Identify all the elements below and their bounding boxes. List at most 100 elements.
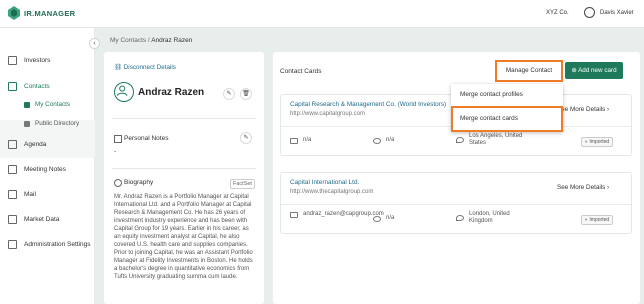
sidebar-item-label: Agenda [24,141,47,148]
phone-icon [373,215,381,222]
trash-icon: 🗑 [242,91,250,97]
location-pin-icon [456,215,464,221]
contact-card: Capital International Ltd. http://www.th… [280,172,632,234]
email-value: andraz_razen@capgroup.com [303,211,384,217]
location-value: London, United Kingdom [469,211,510,224]
badge-label: Imported [589,217,610,223]
card-company[interactable]: Capital Research & Management Co. (World… [290,101,446,108]
manage-contact-button[interactable]: Manage Contact [495,60,563,82]
lock-icon [8,240,17,249]
edit-notes-button[interactable]: ✎ [240,132,252,144]
sidebar-item-label: Market Data [24,216,60,223]
add-new-card-label: Add new card [578,67,617,74]
info-icon [114,179,122,187]
unlink-icon: ⛓ [114,64,124,71]
directory-icon [24,120,30,127]
chevron-right-icon: › [607,106,610,113]
see-more-label: See More Details [557,106,606,113]
user-icon [584,7,595,18]
personal-notes-label: Personal Notes [124,135,169,142]
contacts-book-icon [24,101,30,108]
collapse-sidebar-button[interactable]: ‹ [89,38,100,49]
chart-icon [8,56,17,65]
card-phone: n/a [373,215,394,222]
market-icon [8,215,17,224]
badge-label: Imported [589,139,610,145]
biography-text: Mr. Andraz Razen is a Portfolio Manager … [114,194,253,280]
delete-contact-button[interactable]: 🗑 [240,88,252,100]
sidebar-item-investors[interactable]: Investors [8,56,50,65]
personal-notes-value: - [114,148,117,155]
person-icon [117,85,128,96]
menu-item-merge-contact-profiles[interactable]: Merge contact profiles [460,91,523,98]
card-email: n/a [290,137,311,144]
sidebar-item-mail[interactable]: Mail [8,190,36,199]
sidebar-item-label: Investors [24,57,51,64]
add-new-card-button[interactable]: ⊕ Add new card [565,62,623,79]
sidebar-subitem-label: Public Directory [35,120,80,127]
sidebar-item-agenda[interactable]: Agenda [8,140,46,149]
pencil-icon: ✎ [226,91,232,97]
biography-label: Biography [124,179,154,186]
sidebar-item-administration-settings[interactable]: Administration Settings [8,240,90,249]
sidebar-item-label: Mail [24,191,36,198]
avatar [114,82,134,102]
logo-text: IR.MANAGER [24,8,76,18]
app-logo[interactable]: IR.MANAGER [8,6,75,20]
user-menu[interactable]: Davis Xavier [584,7,634,18]
divider [112,118,256,119]
menu-item-merge-contact-cards[interactable]: Merge contact cards [460,115,518,122]
org-name[interactable]: XYZ Co. [546,10,569,16]
edit-contact-button[interactable]: ✎ [223,88,235,100]
sidebar: Investors Contacts My Contacts Public Di… [0,28,95,304]
card-company[interactable]: Capital International Ltd. [290,179,359,186]
top-bar: IR.MANAGER XYZ Co. Davis Xavier [0,0,644,28]
card-location: London, United Kingdom [456,211,526,225]
sidebar-item-contacts[interactable]: Contacts [8,82,50,91]
breadcrumb-parent[interactable]: My Contacts [110,37,146,44]
breadcrumb: My Contacts / Andraz Razen [110,37,192,44]
mail-icon [290,137,298,144]
disconnect-details-link[interactable]: ⛓ Disconnect Details [114,63,176,71]
sidebar-subitem-public-directory[interactable]: Public Directory [24,120,79,127]
contact-name: Andraz Razen [138,87,205,98]
breadcrumb-current: Andraz Razen [151,37,193,44]
card-url[interactable]: http://www.thecapitalgroup.com [290,189,373,195]
sidebar-subitem-label: My Contacts [35,101,70,108]
chevron-right-icon: › [607,184,610,191]
sidebar-subitem-my-contacts[interactable]: My Contacts [24,101,70,108]
manage-contact-dropdown: Merge contact profiles Merge contact car… [451,84,563,132]
see-more-label: See More Details [557,184,606,191]
mail-icon [290,211,298,218]
phone-value: n/a [386,215,395,221]
contact-cards-title: Contact Cards [280,68,322,75]
divider [281,204,631,205]
sidebar-item-market-data[interactable]: Market Data [8,215,59,224]
see-more-details-link[interactable]: See More Details › [557,106,609,113]
card-email: andraz_razen@capgroup.com [290,211,384,218]
pencil-icon: ✎ [243,135,249,141]
contact-profile-card: ⛓ Disconnect Details Andraz Razen ✎ 🗑 Pe… [104,52,264,304]
notes-icon [114,135,122,143]
disconnect-label: Disconnect Details [123,64,176,71]
sidebar-item-meeting-notes[interactable]: Meeting Notes [8,165,66,174]
divider [112,168,256,169]
phone-icon [373,137,381,144]
card-location: Los Angeles, United States [456,133,536,147]
location-pin-icon [456,137,464,143]
calendar-icon [8,140,17,149]
logo-icon [8,6,20,20]
see-more-details-link[interactable]: See More Details › [557,184,609,191]
email-value: n/a [303,137,312,143]
card-phone: n/a [373,137,394,144]
sidebar-item-label: Administration Settings [24,241,91,248]
imported-badge: ◐ Imported [581,215,614,225]
user-name: Davis Xavier [600,9,634,16]
location-value: Los Angeles, United States [469,133,523,146]
mail-icon [8,190,17,199]
biography-source-badge: FactSet [230,179,255,189]
notes-icon [8,165,17,174]
card-url[interactable]: http://www.capitalgroup.com [290,111,365,117]
phone-value: n/a [386,137,395,143]
imported-badge: ◐ Imported [581,137,614,147]
